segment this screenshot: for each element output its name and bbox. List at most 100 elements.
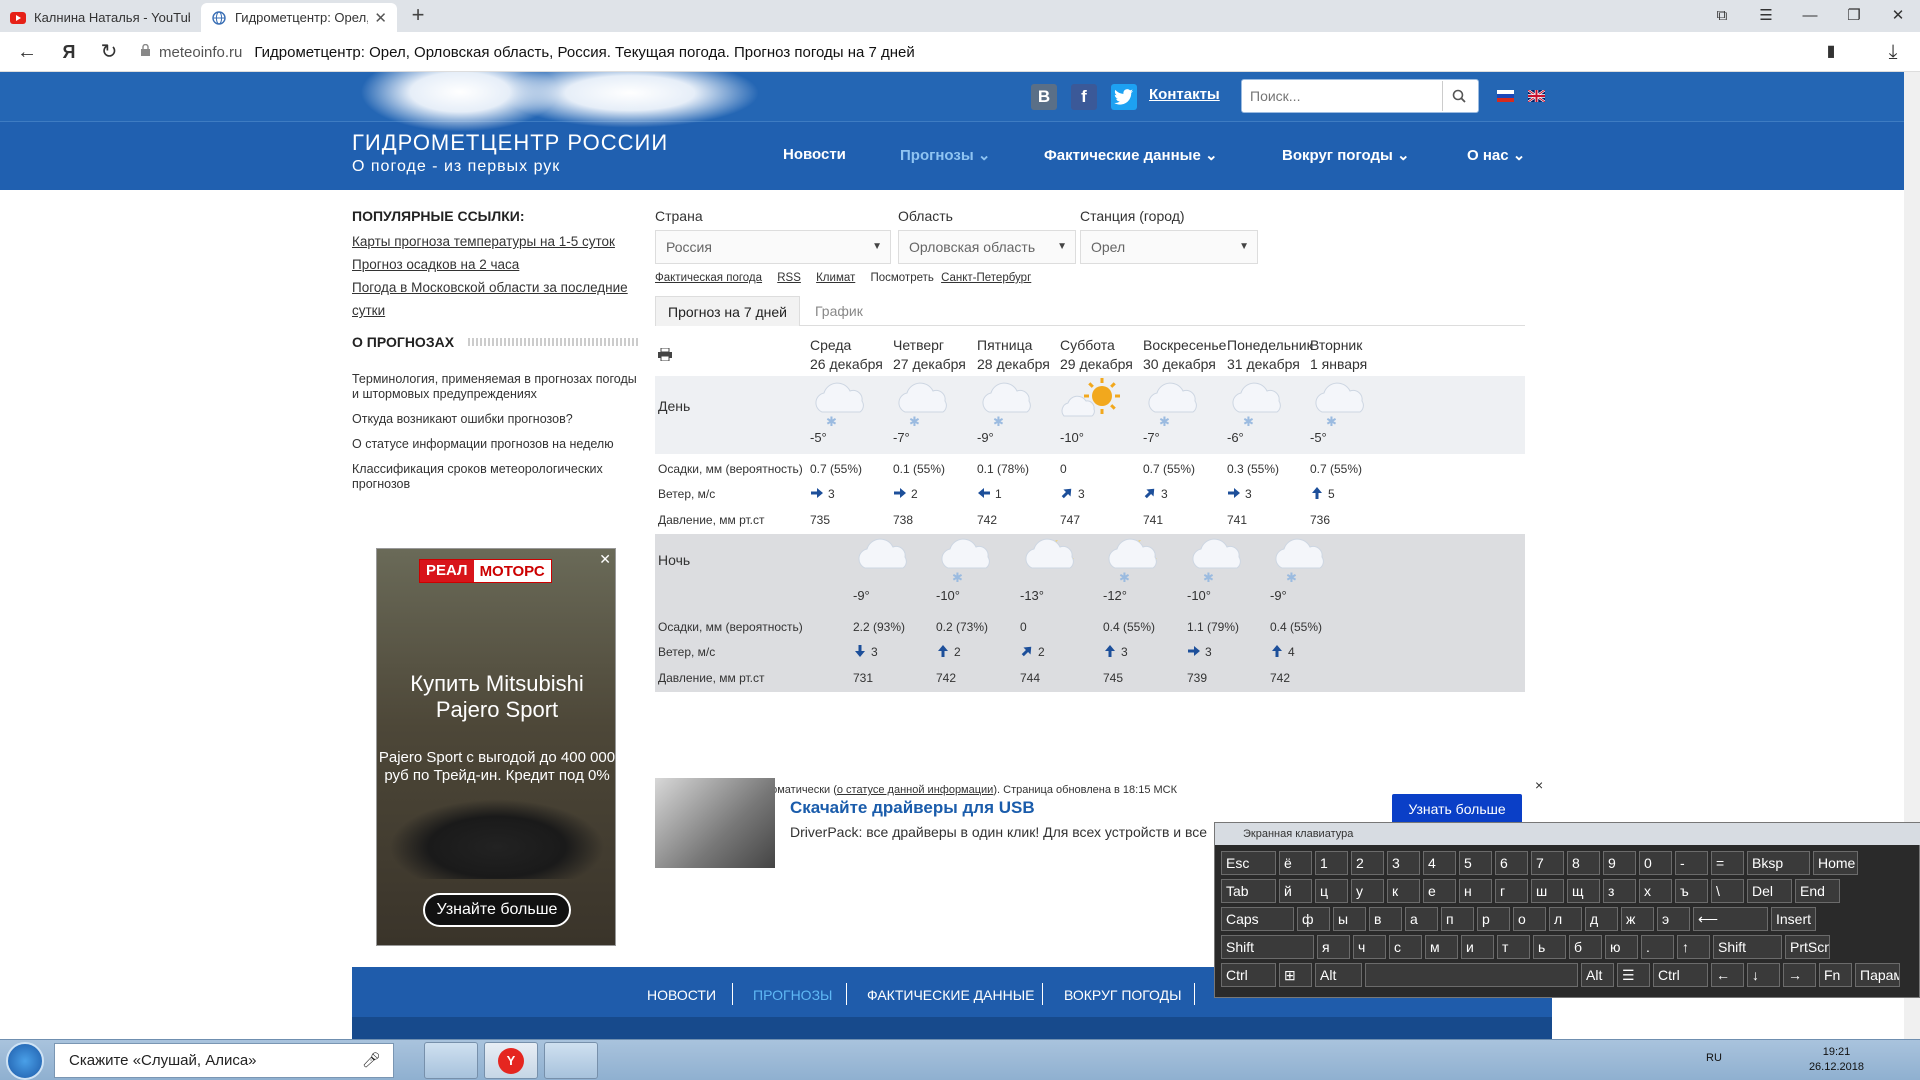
tab-graph[interactable]: График <box>803 296 875 326</box>
tab-youtube[interactable]: Калнина Наталья - YouTube <box>0 3 200 32</box>
osk-key[interactable]: с <box>1389 935 1422 959</box>
url-field[interactable]: meteoinfo.ru Гидрометцентр: Орел, Орловс… <box>140 40 915 64</box>
osk-key[interactable]: - <box>1675 851 1708 875</box>
footer-forecasts-link[interactable]: ПРОГНОЗЫ <box>753 987 832 1003</box>
nav-actual-data[interactable]: Фактические данные ⌄ <box>1044 146 1218 164</box>
rss-link[interactable]: RSS <box>777 272 801 284</box>
osk-key[interactable]: ш <box>1531 879 1564 903</box>
osk-key[interactable]: ю <box>1605 935 1638 959</box>
osk-key[interactable]: н <box>1459 879 1492 903</box>
osk-key[interactable]: э <box>1657 907 1690 931</box>
osk-key[interactable]: End <box>1795 879 1840 903</box>
popular-link[interactable]: Прогноз осадков на 2 часа <box>352 253 640 276</box>
osk-key[interactable]: Shift <box>1221 935 1314 959</box>
osk-key[interactable]: ⟵ <box>1693 907 1768 931</box>
osk-key[interactable]: ↓ <box>1747 963 1780 987</box>
osk-key[interactable]: Alt <box>1315 963 1362 987</box>
popular-link[interactable]: Карты прогноза температуры на 1-5 суток <box>352 230 640 253</box>
osk-key[interactable]: Fn <box>1819 963 1852 987</box>
close-icon[interactable]: × <box>1535 777 1543 793</box>
osk-key[interactable]: ь <box>1533 935 1566 959</box>
osk-key[interactable]: т <box>1497 935 1530 959</box>
vk-icon[interactable]: В <box>1031 84 1057 110</box>
osk-key[interactable]: Del <box>1747 879 1792 903</box>
nav-around-weather[interactable]: Вокруг погоды ⌄ <box>1282 146 1410 164</box>
osk-key[interactable]: 6 <box>1495 851 1528 875</box>
osk-key[interactable]: Shift <box>1713 935 1782 959</box>
osk-key[interactable]: 0 <box>1639 851 1672 875</box>
osk-key[interactable]: 3 <box>1387 851 1420 875</box>
osk-key[interactable]: 1 <box>1315 851 1348 875</box>
restore-icon[interactable]: ❐ <box>1832 0 1876 32</box>
climate-link[interactable]: Климат <box>816 272 855 284</box>
ad-banner[interactable]: РЕАЛ МОТОРС ✕ Купить Mitsubishi Pajero Sp… <box>376 548 616 946</box>
ad-title[interactable]: Скачайте драйверы для USB <box>790 798 1035 818</box>
nav-about[interactable]: О нас ⌄ <box>1467 146 1525 164</box>
clock[interactable]: 19:21 26.12.2018 <box>1809 1045 1864 1075</box>
osk-key[interactable]: е <box>1423 879 1456 903</box>
spb-link[interactable]: Санкт-Петербург <box>941 272 1031 284</box>
osk-key[interactable]: Ctrl <box>1653 963 1708 987</box>
back-icon[interactable]: ← <box>14 40 40 64</box>
bookmarks-icon[interactable]: ⧉ <box>1700 0 1744 32</box>
osk-key[interactable]: → <box>1783 963 1816 987</box>
osk-key[interactable]: п <box>1441 907 1474 931</box>
brand[interactable]: ГИДРОМЕТЦЕНТР РОССИИ О погоде - из первы… <box>352 130 668 176</box>
alice-search[interactable]: Скажите «Слушай, Алиса» 🎤︎ <box>54 1043 394 1078</box>
osk-key[interactable]: ч <box>1353 935 1386 959</box>
facebook-icon[interactable]: f <box>1071 84 1097 110</box>
osk-key[interactable]: Параметры <box>1855 963 1900 987</box>
osk-key[interactable]: я <box>1317 935 1350 959</box>
russian-flag-icon[interactable] <box>1497 90 1514 102</box>
nav-forecasts[interactable]: Прогнозы ⌄ <box>900 146 990 164</box>
osk-key[interactable]: л <box>1549 907 1582 931</box>
ad-button[interactable]: Узнайте больше <box>423 893 571 927</box>
osk-key[interactable]: б <box>1569 935 1602 959</box>
osk-key[interactable]: ж <box>1621 907 1654 931</box>
osk-key[interactable]: г <box>1495 879 1528 903</box>
osk-key[interactable]: ↑ <box>1677 935 1710 959</box>
download-icon[interactable]: ⤓ <box>1880 40 1906 64</box>
osk-key[interactable]: Alt <box>1581 963 1614 987</box>
osk-key[interactable]: и <box>1461 935 1494 959</box>
osk-key[interactable]: 8 <box>1567 851 1600 875</box>
about-link[interactable]: Терминология, применяемая в прогнозах по… <box>352 372 640 402</box>
osk-key[interactable]: ⊞ <box>1279 963 1312 987</box>
osk-key[interactable]: ъ <box>1675 879 1708 903</box>
osk-key[interactable]: PrtScn <box>1785 935 1830 959</box>
osk-key[interactable]: = <box>1711 851 1744 875</box>
popular-link[interactable]: сутки <box>352 299 640 322</box>
osk-key[interactable]: Bksp <box>1747 851 1810 875</box>
minimize-icon[interactable]: — <box>1788 0 1832 32</box>
osk-key[interactable]: ф <box>1297 907 1330 931</box>
osk-key[interactable]: у <box>1351 879 1384 903</box>
osk-key[interactable]: ☰ <box>1617 963 1650 987</box>
reload-icon[interactable]: ↻ <box>96 40 122 64</box>
osk-key[interactable]: ы <box>1333 907 1366 931</box>
osk-key[interactable]: Ctrl <box>1221 963 1276 987</box>
osk-key[interactable]: ё <box>1279 851 1312 875</box>
osk-key[interactable]: Tab <box>1221 879 1276 903</box>
osk-key[interactable]: м <box>1425 935 1458 959</box>
osk-key[interactable]: ← <box>1711 963 1744 987</box>
region-select[interactable]: Орловская область ▼ <box>898 230 1076 264</box>
osk-key[interactable]: о <box>1513 907 1546 931</box>
actual-weather-link[interactable]: Фактическая погода <box>655 272 762 284</box>
search-input[interactable] <box>1242 81 1442 111</box>
nav-news[interactable]: Новости <box>783 146 846 163</box>
osk-key[interactable] <box>1365 963 1578 987</box>
about-link[interactable]: О статусе информации прогнозов на неделю <box>352 437 640 452</box>
tab-7-days[interactable]: Прогноз на 7 дней <box>655 296 800 326</box>
osk-key[interactable]: щ <box>1567 879 1600 903</box>
microphone-icon[interactable]: 🎤︎ <box>362 1044 381 1077</box>
about-link[interactable]: Классификация сроков метеорологических п… <box>352 462 640 492</box>
osk-key[interactable]: а <box>1405 907 1438 931</box>
explorer-icon[interactable] <box>424 1042 478 1079</box>
footer-actual-data-link[interactable]: ФАКТИЧЕСКИЕ ДАННЫЕ <box>867 987 1034 1003</box>
learn-more-button[interactable]: Узнать больше <box>1392 794 1522 824</box>
osk-key[interactable]: х <box>1639 879 1672 903</box>
osk-key[interactable]: ц <box>1315 879 1348 903</box>
osk-key[interactable]: д <box>1585 907 1618 931</box>
close-tab-icon[interactable]: ✕ <box>374 9 387 27</box>
popular-link[interactable]: Погода в Московской области за последние <box>352 276 640 299</box>
